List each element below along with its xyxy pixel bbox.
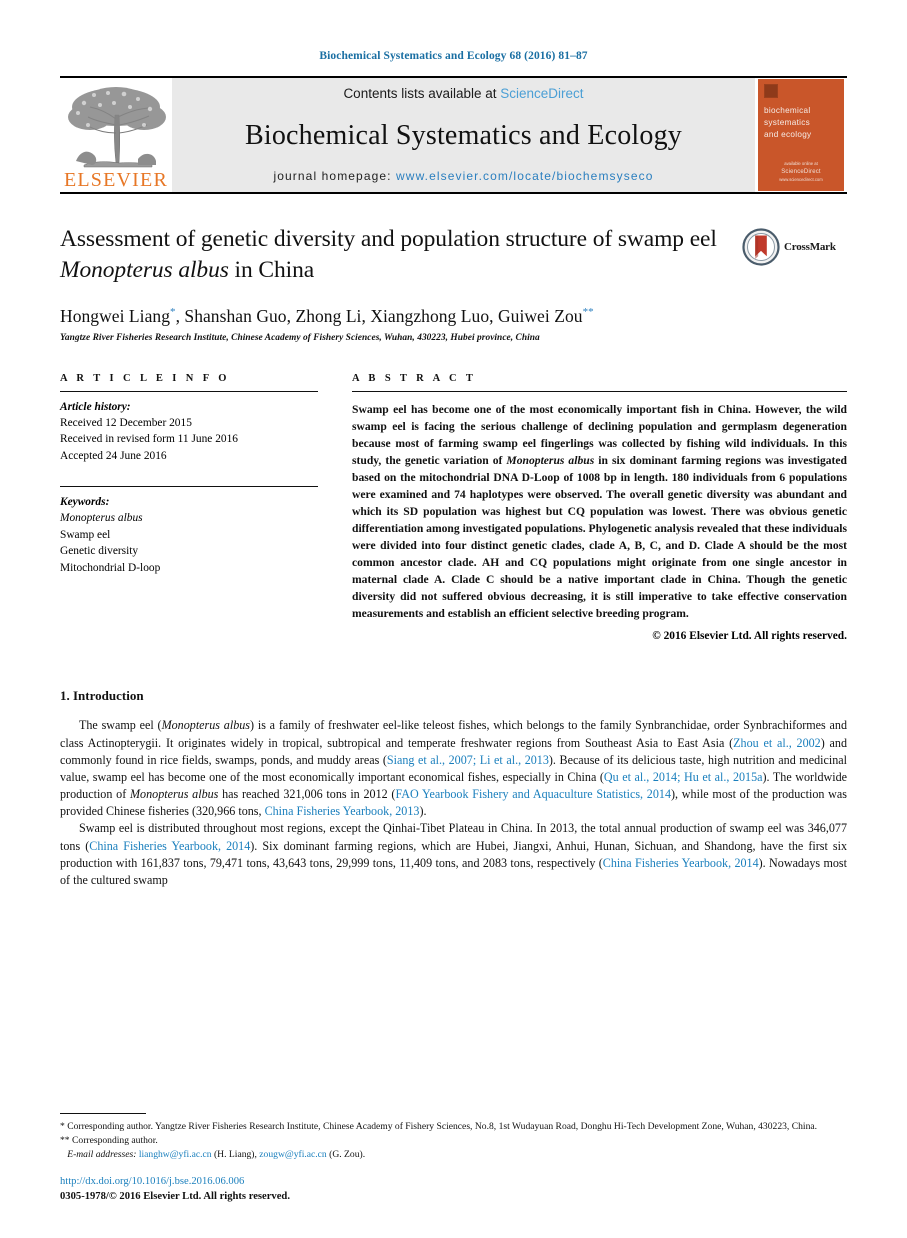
abstract-rule xyxy=(352,391,847,393)
paper-page: Biochemical Systematics and Ecology 68 (… xyxy=(0,0,907,1238)
author-list: Hongwei Liang*, Shanshan Guo, Zhong Li, … xyxy=(60,306,594,327)
journal-masthead: ELSEVIER Contents lists available at Sci… xyxy=(60,76,847,194)
keyword-item: Mitochondrial D-loop xyxy=(60,561,161,574)
author-footnote-mark-1[interactable]: * xyxy=(170,306,176,318)
abstract-copyright: © 2016 Elsevier Ltd. All rights reserved… xyxy=(652,630,847,643)
article-history-label: Article history: xyxy=(60,401,131,414)
journal-title: Biochemical Systematics and Ecology xyxy=(244,120,682,151)
footnote-corresponding-2: ** Corresponding author. xyxy=(60,1134,847,1148)
section-heading-introduction: 1. Introduction xyxy=(60,688,144,704)
citation-link[interactable]: Siang et al., 2007; Li et al., 2013 xyxy=(387,753,549,767)
p1-s8: ). xyxy=(419,804,427,819)
history-accepted: Accepted 24 June 2016 xyxy=(60,449,167,462)
email-link-1[interactable]: lianghw@yfi.ac.cn xyxy=(139,1149,212,1160)
keywords-rule xyxy=(60,485,318,487)
citation-link[interactable]: China Fisheries Yearbook, 2014 xyxy=(603,856,759,870)
sciencedirect-link[interactable]: ScienceDirect xyxy=(500,86,583,101)
citation-link[interactable]: Zhou et al., 2002 xyxy=(733,736,821,750)
title-part-1: Assessment of genetic diversity and popu… xyxy=(60,226,717,252)
footnote-corresponding-1: * Corresponding author. Yangtze River Fi… xyxy=(60,1120,847,1134)
elsevier-wordmark: ELSEVIER xyxy=(63,169,169,191)
p1-species-2: Monopterus albus xyxy=(129,787,219,802)
article-info-column: A R T I C L E I N F O Article history: R… xyxy=(60,373,318,642)
homepage-url-link[interactable]: www.elsevier.com/locate/biochemsyseco xyxy=(396,169,653,183)
cover-title-line1: biochemical xyxy=(764,106,811,115)
p1-s1: The swamp eel ( xyxy=(79,718,162,733)
doi-link[interactable]: http://dx.doi.org/10.1016/j.bse.2016.06.… xyxy=(60,1174,290,1189)
citation-link[interactable]: China Fisheries Yearbook, 2013 xyxy=(265,804,420,818)
contents-prefix: Contents lists available at xyxy=(343,86,501,101)
affiliation: Yangtze River Fisheries Research Institu… xyxy=(60,333,540,344)
colophon: http://dx.doi.org/10.1016/j.bse.2016.06.… xyxy=(60,1174,290,1204)
journal-homepage-line: journal homepage: www.elsevier.com/locat… xyxy=(172,169,755,183)
elsevier-tree-icon xyxy=(68,87,166,168)
homepage-label: journal homepage: xyxy=(273,169,397,183)
abstract-heading: A B S T R A C T xyxy=(352,373,477,385)
abstract-column: A B S T R A C T Swamp eel has become one… xyxy=(352,373,847,642)
crossmark-label: CrossMark xyxy=(784,241,836,253)
citation-link[interactable]: China Fisheries Yearbook, 2014 xyxy=(89,839,250,853)
introduction-section: 1. Introduction The swamp eel (Monopteru… xyxy=(60,688,847,889)
abstract-species: Monopterus albus xyxy=(506,454,595,468)
keyword-item: Swamp eel xyxy=(60,528,111,541)
intro-paragraph-1: The swamp eel (Monopterus albus) is a fa… xyxy=(60,717,847,820)
crossmark-badge[interactable]: CrossMark xyxy=(742,224,847,266)
history-revised: Received in revised form 11 June 2016 xyxy=(60,433,238,446)
citation-link[interactable]: Qu et al., 2014; Hu et al., 2015a xyxy=(604,770,763,784)
citation-link[interactable]: FAO Yearbook Fishery and Aquaculture Sta… xyxy=(395,787,671,801)
cover-footer: available online at ScienceDirect www.sc… xyxy=(758,161,844,183)
issn-copyright: 0305-1978/© 2016 Elsevier Ltd. All right… xyxy=(60,1190,290,1202)
footnote-rule xyxy=(60,1113,146,1115)
abstract-part-2: in six dominant farming regions was inve… xyxy=(352,454,847,621)
title-text-wrap: Assessment of genetic diversity and popu… xyxy=(60,224,742,286)
email-owner-1: (H. Liang), xyxy=(211,1149,260,1161)
keyword-item: Genetic diversity xyxy=(60,545,139,558)
running-head: Biochemical Systematics and Ecology 68 (… xyxy=(319,50,588,62)
p1-s6: has reached 321,006 tons in 2012 ( xyxy=(218,787,396,802)
masthead-center: Contents lists available at ScienceDirec… xyxy=(172,78,755,192)
cover-title-line3: and ecology xyxy=(764,129,812,139)
footnote-text-1: Corresponding author. Yangtze River Fish… xyxy=(64,1121,818,1133)
article-history-block: Article history: Received 12 December 20… xyxy=(60,399,318,464)
footnote-text-2: Corresponding author. xyxy=(69,1134,158,1146)
intro-paragraph-2: Swamp eel is distributed throughout most… xyxy=(60,820,847,889)
footnote-emails: E-mail addresses: lianghw@yfi.ac.cn (H. … xyxy=(60,1148,847,1162)
title-species: Monopterus albus xyxy=(60,257,229,284)
cover-title-line2: systematics xyxy=(764,117,811,127)
title-part-2: in China xyxy=(228,257,315,284)
keywords-block: Keywords: Monopterus albus Swamp eel Gen… xyxy=(60,494,318,577)
cover-foot-bottom: www.sciencedirect.com xyxy=(779,176,823,182)
footnotes-block: * Corresponding author. Yangtze River Fi… xyxy=(60,1113,847,1162)
abstract-text: Swamp eel has become one of the most eco… xyxy=(352,401,847,622)
p1-species-1: Monopterus albus xyxy=(161,718,251,733)
keywords-label: Keywords: xyxy=(60,495,110,508)
email-addresses-label: E-mail addresses: xyxy=(67,1149,137,1161)
author-footnote-mark-2[interactable]: ** xyxy=(583,306,594,318)
footnote-mark-2: ** xyxy=(60,1134,70,1146)
cover-thumbnail-icon xyxy=(764,84,778,98)
history-received: Received 12 December 2015 xyxy=(60,417,192,430)
contents-available-line: Contents lists available at ScienceDirec… xyxy=(172,86,755,101)
elsevier-logo: ELSEVIER xyxy=(60,78,172,192)
keyword-species: Monopterus albus xyxy=(60,512,143,525)
title-area: Assessment of genetic diversity and popu… xyxy=(60,224,847,286)
cover-title: biochemical systematics and ecology xyxy=(764,105,838,141)
page-title: Assessment of genetic diversity and popu… xyxy=(60,224,726,286)
cover-foot-logo: ScienceDirect xyxy=(781,168,821,175)
email-owner-2: (G. Zou). xyxy=(326,1149,366,1161)
journal-cover-image: biochemical systematics and ecology avai… xyxy=(758,79,844,191)
email-link-2[interactable]: zougw@yfi.ac.cn xyxy=(259,1149,326,1160)
crossmark-icon xyxy=(742,228,780,266)
info-abstract-columns: A R T I C L E I N F O Article history: R… xyxy=(60,373,847,642)
journal-cover-block: biochemical systematics and ecology avai… xyxy=(755,78,847,192)
article-info-heading: A R T I C L E I N F O xyxy=(60,373,230,385)
article-info-rule xyxy=(60,391,318,393)
